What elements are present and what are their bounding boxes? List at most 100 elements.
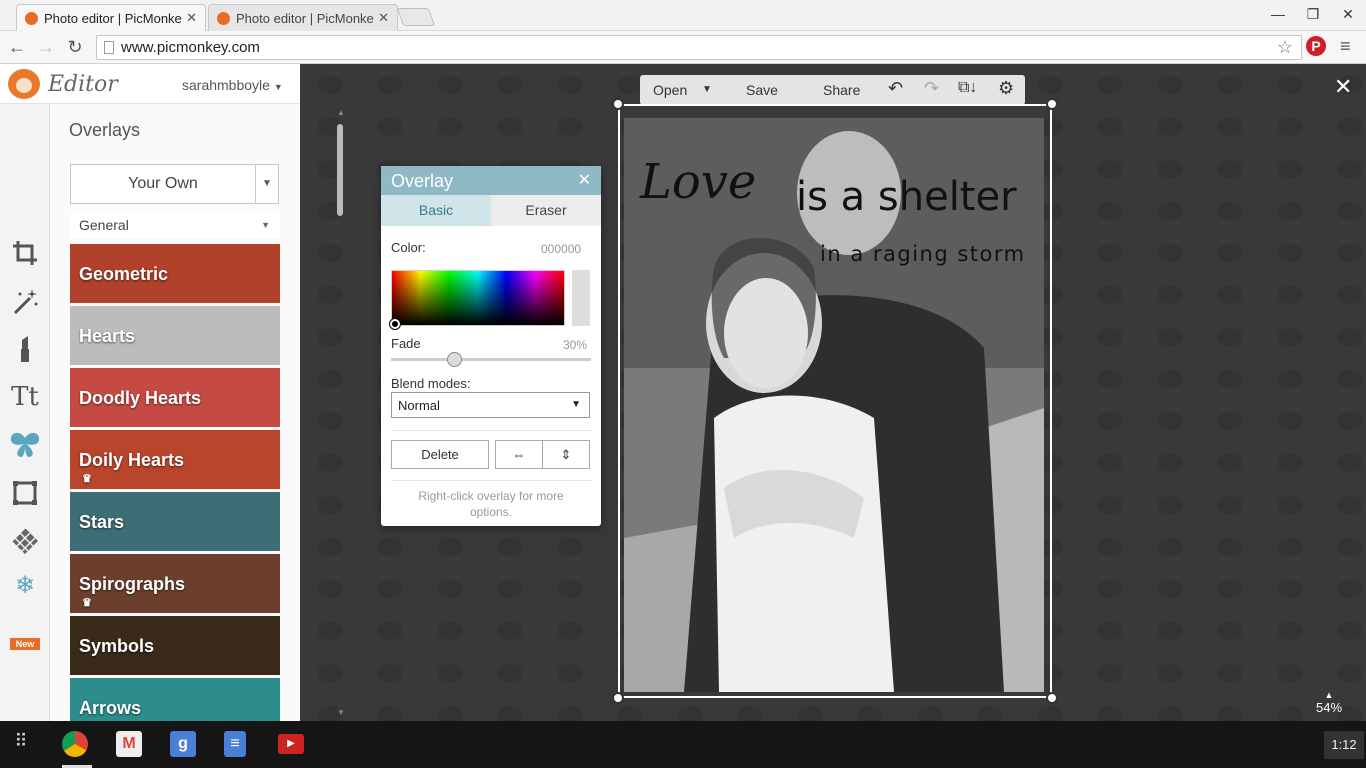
category-filter-select[interactable]: General ▼ [70, 212, 280, 238]
divider [391, 480, 591, 481]
tab-eraser[interactable]: Eraser [491, 195, 601, 226]
close-window-icon[interactable]: ✕ [1338, 6, 1358, 23]
fade-slider-knob[interactable] [447, 352, 462, 367]
url-text: www.picmonkey.com [121, 39, 260, 56]
magic-wand-icon[interactable] [8, 284, 42, 318]
fade-label: Fade [391, 336, 421, 351]
close-tab-icon[interactable]: ✕ [186, 10, 197, 26]
google-search-icon[interactable]: g [170, 731, 196, 757]
restore-icon[interactable]: ❐ [1303, 6, 1323, 23]
scrollbar-thumb[interactable] [337, 124, 343, 216]
frame-icon[interactable] [8, 476, 42, 510]
reload-icon[interactable]: ↻ [64, 37, 86, 58]
youtube-icon[interactable]: ▶ [278, 734, 304, 754]
forward-icon[interactable]: → [35, 37, 57, 58]
new-tab-button[interactable] [396, 8, 436, 26]
system-clock[interactable]: 1:12 [1324, 731, 1364, 759]
close-dialog-icon[interactable]: ✕ [578, 170, 591, 190]
your-own-dropdown-icon[interactable]: ▼ [255, 164, 279, 204]
app-launcher-icon[interactable]: ⠿ [9, 731, 33, 755]
chevron-down-icon: ▼ [273, 82, 283, 92]
chevron-down-icon: ▼ [261, 220, 270, 230]
overlay-category-item[interactable]: Doily Hearts ♛ [70, 430, 280, 489]
bookmark-star-icon[interactable]: ☆ [1277, 37, 1293, 58]
overlay-text-storm[interactable]: in a raging storm [820, 242, 1026, 266]
blend-mode-select[interactable]: Normal ▼ [391, 392, 590, 418]
flip-horizontal-icon[interactable]: ⇔ [495, 440, 543, 469]
overlay-category-item[interactable]: Hearts [70, 306, 280, 365]
gear-icon[interactable]: ⚙ [998, 78, 1014, 99]
os-taskbar: ⠿ M g ≡ ▶ 1:12 [0, 721, 1366, 768]
browser-tab[interactable]: Photo editor | PicMonkey: ✕ [208, 4, 398, 31]
resize-handle[interactable] [1046, 98, 1058, 110]
scroll-down-icon[interactable]: ▼ [337, 708, 345, 717]
new-badge: New [10, 638, 40, 650]
resize-handle[interactable] [1046, 692, 1058, 704]
your-own-button[interactable]: Your Own [70, 164, 256, 204]
tool-icon-bar: Tt ❄ New [0, 104, 50, 721]
browser-tab-active[interactable]: Photo editor | PicMonkey: ✕ [16, 4, 206, 31]
zoom-up-icon: ▲ [1324, 690, 1334, 700]
color-picker[interactable] [391, 270, 565, 326]
redo-icon[interactable]: ↷ [924, 78, 939, 99]
overlay-category-item[interactable]: Doodly Hearts [70, 368, 280, 427]
google-docs-icon[interactable]: ≡ [224, 731, 246, 757]
open-button[interactable]: Open [653, 82, 687, 98]
overlay-category-label: Symbols [79, 636, 155, 656]
crop-icon[interactable] [8, 236, 42, 270]
username: sarahmbboyle [182, 77, 270, 93]
address-bar[interactable]: www.picmonkey.com ☆ [96, 35, 1302, 60]
layers-icon[interactable]: ⧉↓ [958, 79, 977, 97]
chrome-menu-icon[interactable]: ≡ [1340, 36, 1351, 57]
overlay-category-label: Hearts [79, 326, 136, 346]
overlays-panel: Overlays Your Own ▼ General ▼ Geometric H… [50, 104, 345, 737]
overlay-category-label: Doodly Hearts [79, 388, 202, 408]
minimize-icon[interactable]: — [1268, 6, 1288, 22]
zoom-indicator[interactable]: ▲ 54% [1316, 690, 1342, 715]
overlay-text-love[interactable]: Love [640, 154, 756, 210]
overlay-text-shelter[interactable]: is a shelter [796, 174, 1017, 220]
overlay-dialog: Overlay ✕ Basic Eraser Color: 000000 Fad… [381, 166, 601, 526]
back-icon[interactable]: ← [6, 37, 28, 58]
texture-icon[interactable] [8, 524, 42, 558]
overlay-category-item[interactable]: Stars [70, 492, 280, 551]
premium-crown-icon: ♛ [82, 597, 92, 609]
overlay-category-item[interactable]: Symbols [70, 616, 280, 675]
flip-vertical-icon[interactable]: ⇕ [542, 440, 590, 469]
overlay-category-item[interactable]: Spirographs ♛ [70, 554, 280, 613]
color-label: Color: [391, 240, 426, 255]
user-menu[interactable]: sarahmbboyle ▼ [182, 77, 283, 93]
tab-basic[interactable]: Basic [381, 195, 491, 226]
pinterest-icon[interactable]: P [1306, 36, 1326, 56]
share-button[interactable]: Share [823, 82, 860, 98]
save-button[interactable]: Save [746, 82, 778, 98]
resize-handle[interactable] [612, 692, 624, 704]
overlay-category-label: Doily Hearts [79, 450, 185, 470]
color-swatch[interactable] [572, 270, 590, 326]
overlay-category-label: Arrows [79, 698, 142, 718]
blend-modes-label: Blend modes: [391, 376, 471, 391]
undo-icon[interactable]: ↶ [888, 78, 903, 99]
text-icon[interactable]: Tt [8, 380, 42, 414]
open-dropdown-icon[interactable]: ▼ [702, 84, 712, 95]
close-tab-icon[interactable]: ✕ [378, 10, 389, 26]
page-icon [104, 41, 114, 54]
logo-text: Editor [48, 72, 118, 97]
resize-handle[interactable] [612, 98, 624, 110]
lipstick-icon[interactable] [8, 332, 42, 366]
color-picker-cursor[interactable] [390, 319, 400, 329]
gmail-icon[interactable]: M [116, 731, 142, 757]
delete-overlay-button[interactable]: Delete [391, 440, 489, 469]
fade-slider-track[interactable] [391, 358, 591, 361]
color-hex-value[interactable]: 000000 [541, 242, 581, 256]
butterfly-overlay-icon[interactable] [8, 428, 42, 462]
close-editor-icon[interactable]: ✕ [1334, 74, 1352, 100]
right-click-hint: Right-click overlay for more options. [418, 489, 564, 519]
premium-crown-icon: ♛ [82, 473, 92, 485]
chrome-icon[interactable] [62, 731, 88, 757]
scroll-up-icon[interactable]: ▲ [337, 108, 345, 117]
app-header: Editor sarahmbboyle ▼ [0, 64, 300, 104]
snowflake-themes-icon[interactable]: ❄ [8, 568, 42, 602]
overlay-category-item[interactable]: Geometric [70, 244, 280, 303]
picmonkey-favicon-icon [25, 11, 38, 25]
